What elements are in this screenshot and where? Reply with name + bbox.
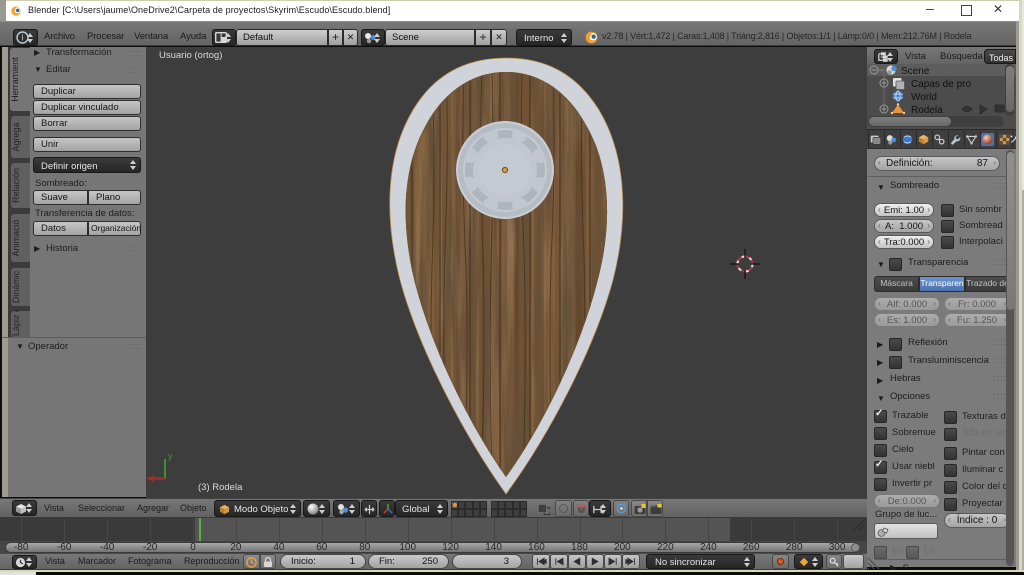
svg-text:Capas de pro: Capas de pro: [911, 79, 971, 90]
svg-text:Scene: Scene: [901, 66, 930, 77]
svg-text:Rodela: Rodela: [911, 105, 943, 116]
svg-text:World: World: [911, 92, 937, 103]
svg-text:y: y: [168, 451, 173, 461]
svg-text:i: i: [22, 33, 24, 43]
